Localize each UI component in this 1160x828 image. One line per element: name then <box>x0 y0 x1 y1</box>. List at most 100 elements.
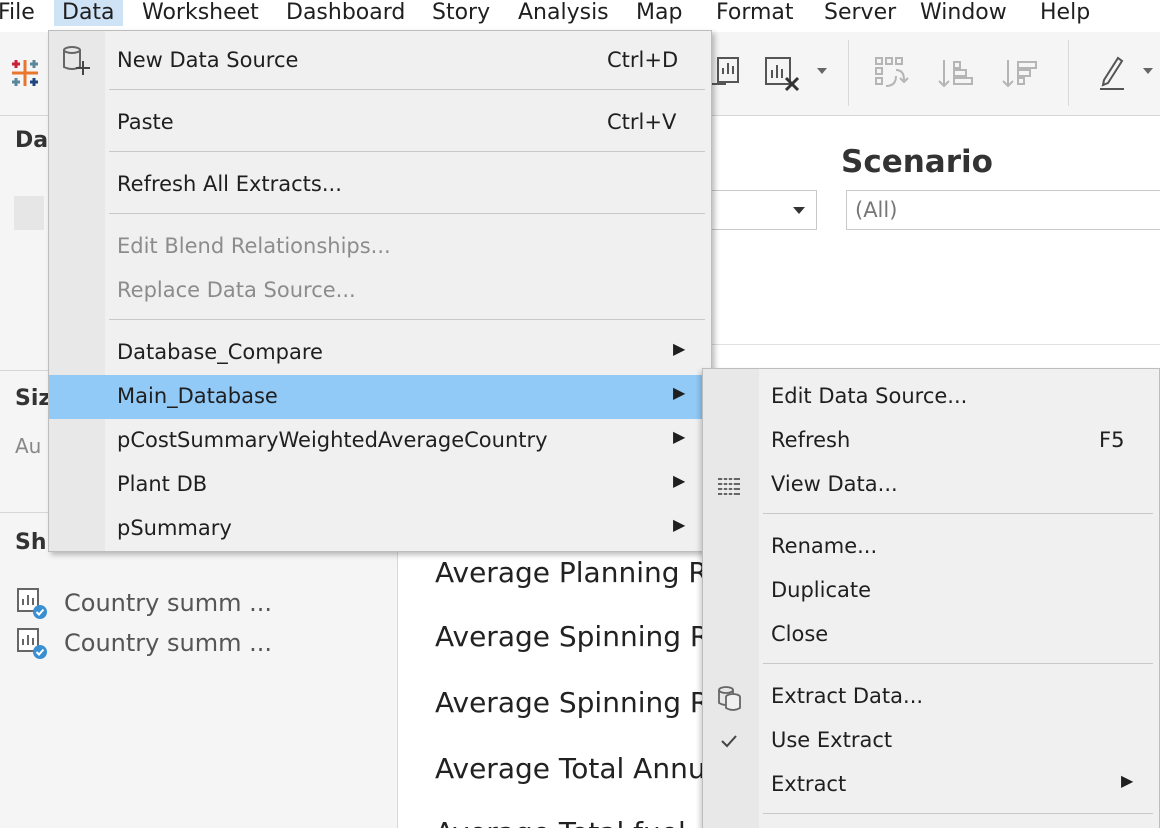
worksheet-icon <box>17 588 47 619</box>
menu-item-plant-db[interactable]: Plant DB ▶ <box>49 463 711 507</box>
submenu-item-use-extract[interactable]: Use Extract <box>703 719 1159 763</box>
menu-item-label: Refresh <box>771 428 851 452</box>
menu-item-paste[interactable]: Paste Ctrl+V <box>49 101 711 145</box>
submenu-item-rename[interactable]: Rename... <box>703 525 1159 569</box>
menu-separator <box>763 513 1153 514</box>
menu-separator <box>109 151 705 152</box>
submenu-arrow-icon: ▶ <box>673 471 686 490</box>
menu-format[interactable]: Format <box>716 0 794 26</box>
menu-item-pcostsummary[interactable]: pCostSummaryWeightedAverageCountry ▶ <box>49 419 711 463</box>
menu-separator <box>109 213 705 214</box>
chart-icon[interactable] <box>712 54 742 88</box>
menu-worksheet[interactable]: Worksheet <box>142 0 259 26</box>
menu-item-label: New Data Source <box>117 48 299 72</box>
menu-map[interactable]: Map <box>636 0 682 26</box>
data-source-submenu: Edit Data Source... Refresh F5 View Data… <box>702 368 1160 828</box>
sheet-label: Country summ ... <box>64 589 272 617</box>
metric-label: Average Total fuel <box>435 816 686 828</box>
chevron-down-icon <box>793 207 805 214</box>
menu-item-label: Plant DB <box>117 472 208 496</box>
menu-data[interactable]: Data <box>54 0 123 26</box>
menu-item-label: Replace Data Source... <box>117 278 356 302</box>
menu-file[interactable]: File <box>0 0 35 26</box>
menu-item-label: pCostSummaryWeightedAverageCountry <box>117 428 548 452</box>
sheet-label: Country summ ... <box>64 629 272 657</box>
menu-item-label: Extract Data... <box>771 684 924 708</box>
menu-separator <box>109 319 705 320</box>
data-menu: New Data Source Ctrl+D Paste Ctrl+V Refr… <box>48 30 712 552</box>
submenu-arrow-icon: ▶ <box>673 339 686 358</box>
metric-label: Average Planning R <box>435 556 708 589</box>
data-pane-heading: Da <box>15 128 49 153</box>
menu-item-label: Main_Database <box>117 384 278 408</box>
view-data-icon <box>718 477 740 496</box>
menu-item-label: Edit Blend Relationships... <box>117 234 391 258</box>
menu-item-label: Use Extract <box>771 728 893 752</box>
menu-separator <box>109 89 705 90</box>
submenu-item-close[interactable]: Close <box>703 613 1159 657</box>
menu-item-label: Extract <box>771 772 847 796</box>
menu-help[interactable]: Help <box>1040 0 1090 26</box>
extract-data-icon <box>718 686 741 711</box>
shortcut-label: F5 <box>1099 428 1125 452</box>
submenu-item-duplicate[interactable]: Duplicate <box>703 569 1159 613</box>
menu-item-replace-data-source: Replace Data Source... <box>49 269 711 313</box>
scenario-dropdown[interactable]: (All) <box>846 190 1160 230</box>
new-data-source-icon <box>63 46 90 75</box>
toolbar-divider <box>848 40 849 106</box>
menu-separator <box>763 813 1153 814</box>
submenu-item-view-data[interactable]: View Data... <box>703 463 1159 507</box>
submenu-arrow-icon: ▶ <box>673 515 686 534</box>
menu-item-edit-blend-relationships: Edit Blend Relationships... <box>49 225 711 269</box>
sheets-heading: Sh <box>15 530 47 555</box>
scenario-filter-title: Scenario <box>841 144 993 180</box>
submenu-item-extract[interactable]: Extract ▶ <box>703 763 1159 807</box>
scenario-value: (All) <box>855 198 898 222</box>
swap-icon[interactable] <box>872 54 912 94</box>
menu-item-refresh-all-extracts[interactable]: Refresh All Extracts... <box>49 163 711 207</box>
menu-bar: File Data Worksheet Dashboard Story Anal… <box>0 0 1160 32</box>
sheet-item[interactable]: Country summ ... <box>16 626 272 660</box>
menu-item-label: Database_Compare <box>117 340 323 364</box>
worksheet-icon <box>17 628 47 659</box>
menu-item-label: pSummary <box>117 516 232 540</box>
chevron-down-icon[interactable] <box>816 66 828 76</box>
metric-label: Average Total Annu <box>435 752 706 785</box>
menu-item-label: Rename... <box>771 534 878 558</box>
sort-ascending-icon[interactable] <box>936 54 976 94</box>
menu-item-main-database[interactable]: Main_Database ▶ <box>49 375 711 419</box>
size-heading: Siz <box>15 386 52 411</box>
menu-item-label: Duplicate <box>771 578 872 602</box>
menu-item-label: View Data... <box>771 472 898 496</box>
clear-sheet-icon[interactable] <box>764 54 806 92</box>
menu-item-label: Edit Data Source... <box>771 384 968 408</box>
tableau-logo-icon[interactable] <box>8 56 42 90</box>
menu-item-label: Paste <box>117 110 174 134</box>
data-source-chip[interactable] <box>14 196 44 230</box>
submenu-item-extract-data[interactable]: Extract Data... <box>703 675 1159 719</box>
metric-label: Average Spinning R <box>435 620 710 653</box>
chevron-down-icon[interactable] <box>1142 66 1154 76</box>
menu-item-new-data-source[interactable]: New Data Source Ctrl+D <box>49 39 711 83</box>
sort-descending-icon[interactable] <box>1000 54 1040 94</box>
metric-label: Average Spinning R <box>435 686 710 719</box>
menu-item-label: Close <box>771 622 829 646</box>
submenu-arrow-icon: ▶ <box>673 427 686 446</box>
menu-server[interactable]: Server <box>824 0 896 26</box>
submenu-item-refresh[interactable]: Refresh F5 <box>703 419 1159 463</box>
menu-item-psummary[interactable]: pSummary ▶ <box>49 507 711 551</box>
shortcut-label: Ctrl+D <box>607 48 679 72</box>
toolbar-divider <box>1068 40 1069 106</box>
submenu-item-edit-data-source[interactable]: Edit Data Source... <box>703 375 1159 419</box>
menu-item-database-compare[interactable]: Database_Compare ▶ <box>49 331 711 375</box>
sheet-item[interactable]: Country summ ... <box>16 586 272 620</box>
menu-item-label: Refresh All Extracts... <box>117 172 342 196</box>
menu-story[interactable]: Story <box>432 0 490 26</box>
menu-window[interactable]: Window <box>920 0 1007 26</box>
menu-analysis[interactable]: Analysis <box>518 0 609 26</box>
shortcut-label: Ctrl+V <box>607 110 677 134</box>
highlight-icon[interactable] <box>1096 52 1130 92</box>
checkmark-icon <box>721 735 737 748</box>
size-value[interactable]: Au <box>15 434 41 458</box>
menu-dashboard[interactable]: Dashboard <box>286 0 405 26</box>
